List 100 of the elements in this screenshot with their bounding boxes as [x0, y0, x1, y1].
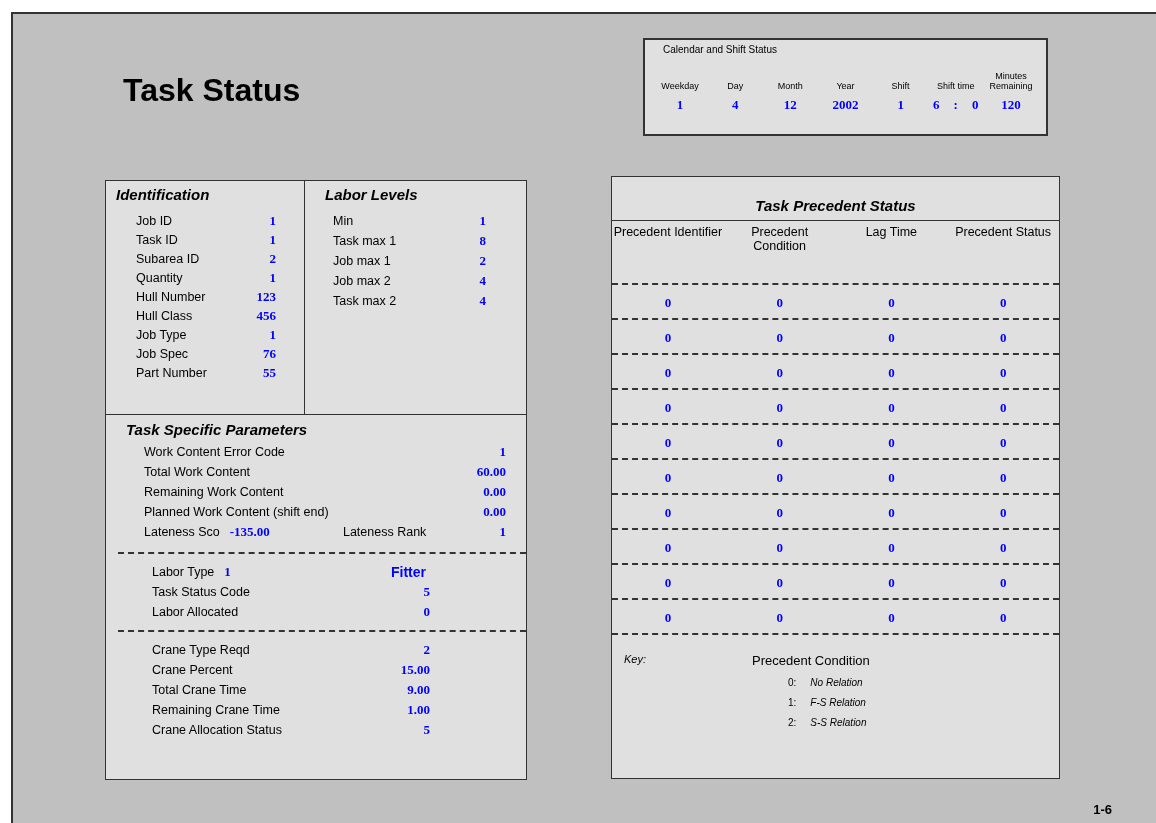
table-cell: 0: [776, 469, 783, 485]
column-label: Shift: [890, 81, 911, 91]
table-cell: 0: [888, 574, 895, 590]
section-title: Labor Levels: [325, 186, 419, 203]
field-label: Job max 2: [333, 274, 391, 288]
field-label: Crane Percent: [152, 663, 233, 677]
page-title: Task Status: [123, 71, 302, 110]
table-cell: 0: [888, 399, 895, 415]
column-label: Year: [835, 81, 856, 91]
column-header: Precedent Status: [954, 224, 1053, 241]
field-label: Crane Allocation Status: [152, 723, 282, 737]
field-label: Labor Allocated: [152, 605, 239, 619]
field-value: 456: [256, 307, 276, 324]
calendar-value: 12: [783, 97, 797, 113]
key-text: S-S Relation: [810, 716, 867, 728]
column-header: Precedent Condition: [750, 224, 810, 255]
table-cell: 0: [664, 399, 672, 415]
key-text: No Relation: [810, 676, 863, 688]
key-label: Key:: [624, 653, 647, 667]
field-value: 1: [499, 444, 506, 460]
field-value: 8: [479, 233, 486, 249]
column-label: Month: [776, 81, 804, 91]
section-title: Task Precedent Status: [612, 177, 1059, 221]
table-cell: 0: [999, 329, 1007, 345]
field-label: Task ID: [136, 232, 178, 247]
table-cell: 0: [664, 434, 672, 450]
field-value: 55: [263, 364, 276, 381]
field-label: Min: [333, 214, 354, 228]
field-label: Task max 2: [333, 294, 397, 308]
field-value: 2: [269, 250, 276, 267]
table-cell: 0: [776, 504, 783, 520]
table-cell: 0: [664, 609, 672, 625]
table-cell: 0: [776, 294, 783, 310]
field-label: Remaining Crane Time: [152, 703, 280, 717]
calendar-title: Calendar and Shift Status: [663, 44, 778, 55]
table-cell: 0: [776, 364, 783, 380]
field-value: 5: [423, 722, 430, 738]
field-label: Subarea ID: [136, 251, 200, 266]
field-value: 0.00: [483, 484, 506, 500]
table-cell: 0: [999, 399, 1007, 415]
table-cell: 0: [664, 574, 672, 590]
field-value: 1.00: [407, 702, 430, 718]
field-label: Job Spec: [136, 346, 189, 361]
table-cell: 0: [664, 294, 672, 310]
field-label: Total Work Content: [144, 465, 251, 479]
page-number: 1-6: [1093, 802, 1112, 817]
column-label: Minutes Remaining: [988, 71, 1034, 91]
field-label: Job ID: [136, 213, 173, 228]
table-cell: 0: [776, 434, 783, 450]
calendar-value: 6: [933, 97, 940, 113]
field-value: 123: [256, 288, 276, 305]
table-cell: 0: [776, 329, 783, 345]
table-cell: 0: [776, 399, 783, 415]
table-cell: 0: [999, 469, 1007, 485]
field-label: Task max 1: [333, 234, 397, 248]
field-value: -135.00: [229, 524, 270, 540]
field-value: 60.00: [476, 464, 506, 480]
field-value: 1: [499, 524, 506, 540]
field-label: Lateness Sco: [144, 525, 220, 539]
calendar-value: 2002: [832, 97, 859, 113]
field-value: 0.00: [483, 504, 506, 520]
labor-type-name: Fitter: [391, 564, 426, 580]
field-value: 1: [269, 326, 276, 343]
table-cell: 0: [999, 574, 1007, 590]
section-title: Identification: [116, 186, 211, 203]
field-value: 1: [269, 269, 276, 286]
table-cell: 0: [888, 294, 895, 310]
key-text: F-S Relation: [810, 696, 866, 708]
table-cell: 0: [999, 294, 1007, 310]
table-cell: 0: [888, 364, 895, 380]
field-label: Part Number: [136, 365, 207, 380]
column-label: Shift time: [936, 81, 976, 91]
table-cell: 0: [664, 504, 672, 520]
calendar-value: 120: [1001, 97, 1021, 113]
table-cell: 0: [888, 504, 895, 520]
field-label: Total Crane Time: [152, 683, 247, 697]
table-cell: 0: [888, 469, 895, 485]
field-value: 4: [479, 293, 486, 309]
section-title: Task Specific Parameters: [126, 421, 309, 438]
field-label: Planned Work Content (shift end): [144, 505, 329, 519]
field-label: Labor Type: [152, 565, 215, 579]
field-value: 1: [269, 231, 276, 248]
table-cell: 0: [776, 539, 783, 555]
key-heading: Precedent Condition: [752, 653, 870, 668]
field-label: Lateness Rank: [342, 525, 427, 539]
table-cell: 0: [999, 504, 1007, 520]
field-value: 1: [224, 564, 231, 580]
column-label: Day: [726, 81, 745, 91]
column-header: Lag Time: [864, 224, 919, 241]
table-cell: 0: [888, 609, 895, 625]
column-header: Precedent Identifier: [612, 224, 724, 241]
table-cell: 0: [664, 329, 672, 345]
field-value: 1: [269, 212, 276, 229]
field-value: 4: [479, 273, 486, 289]
field-value: 5: [423, 584, 430, 600]
field-label: Task Status Code: [152, 585, 250, 599]
field-label: Job max 1: [333, 254, 391, 268]
field-label: Hull Class: [136, 308, 193, 323]
field-value: 2: [423, 642, 430, 658]
field-value: 15.00: [400, 662, 430, 678]
